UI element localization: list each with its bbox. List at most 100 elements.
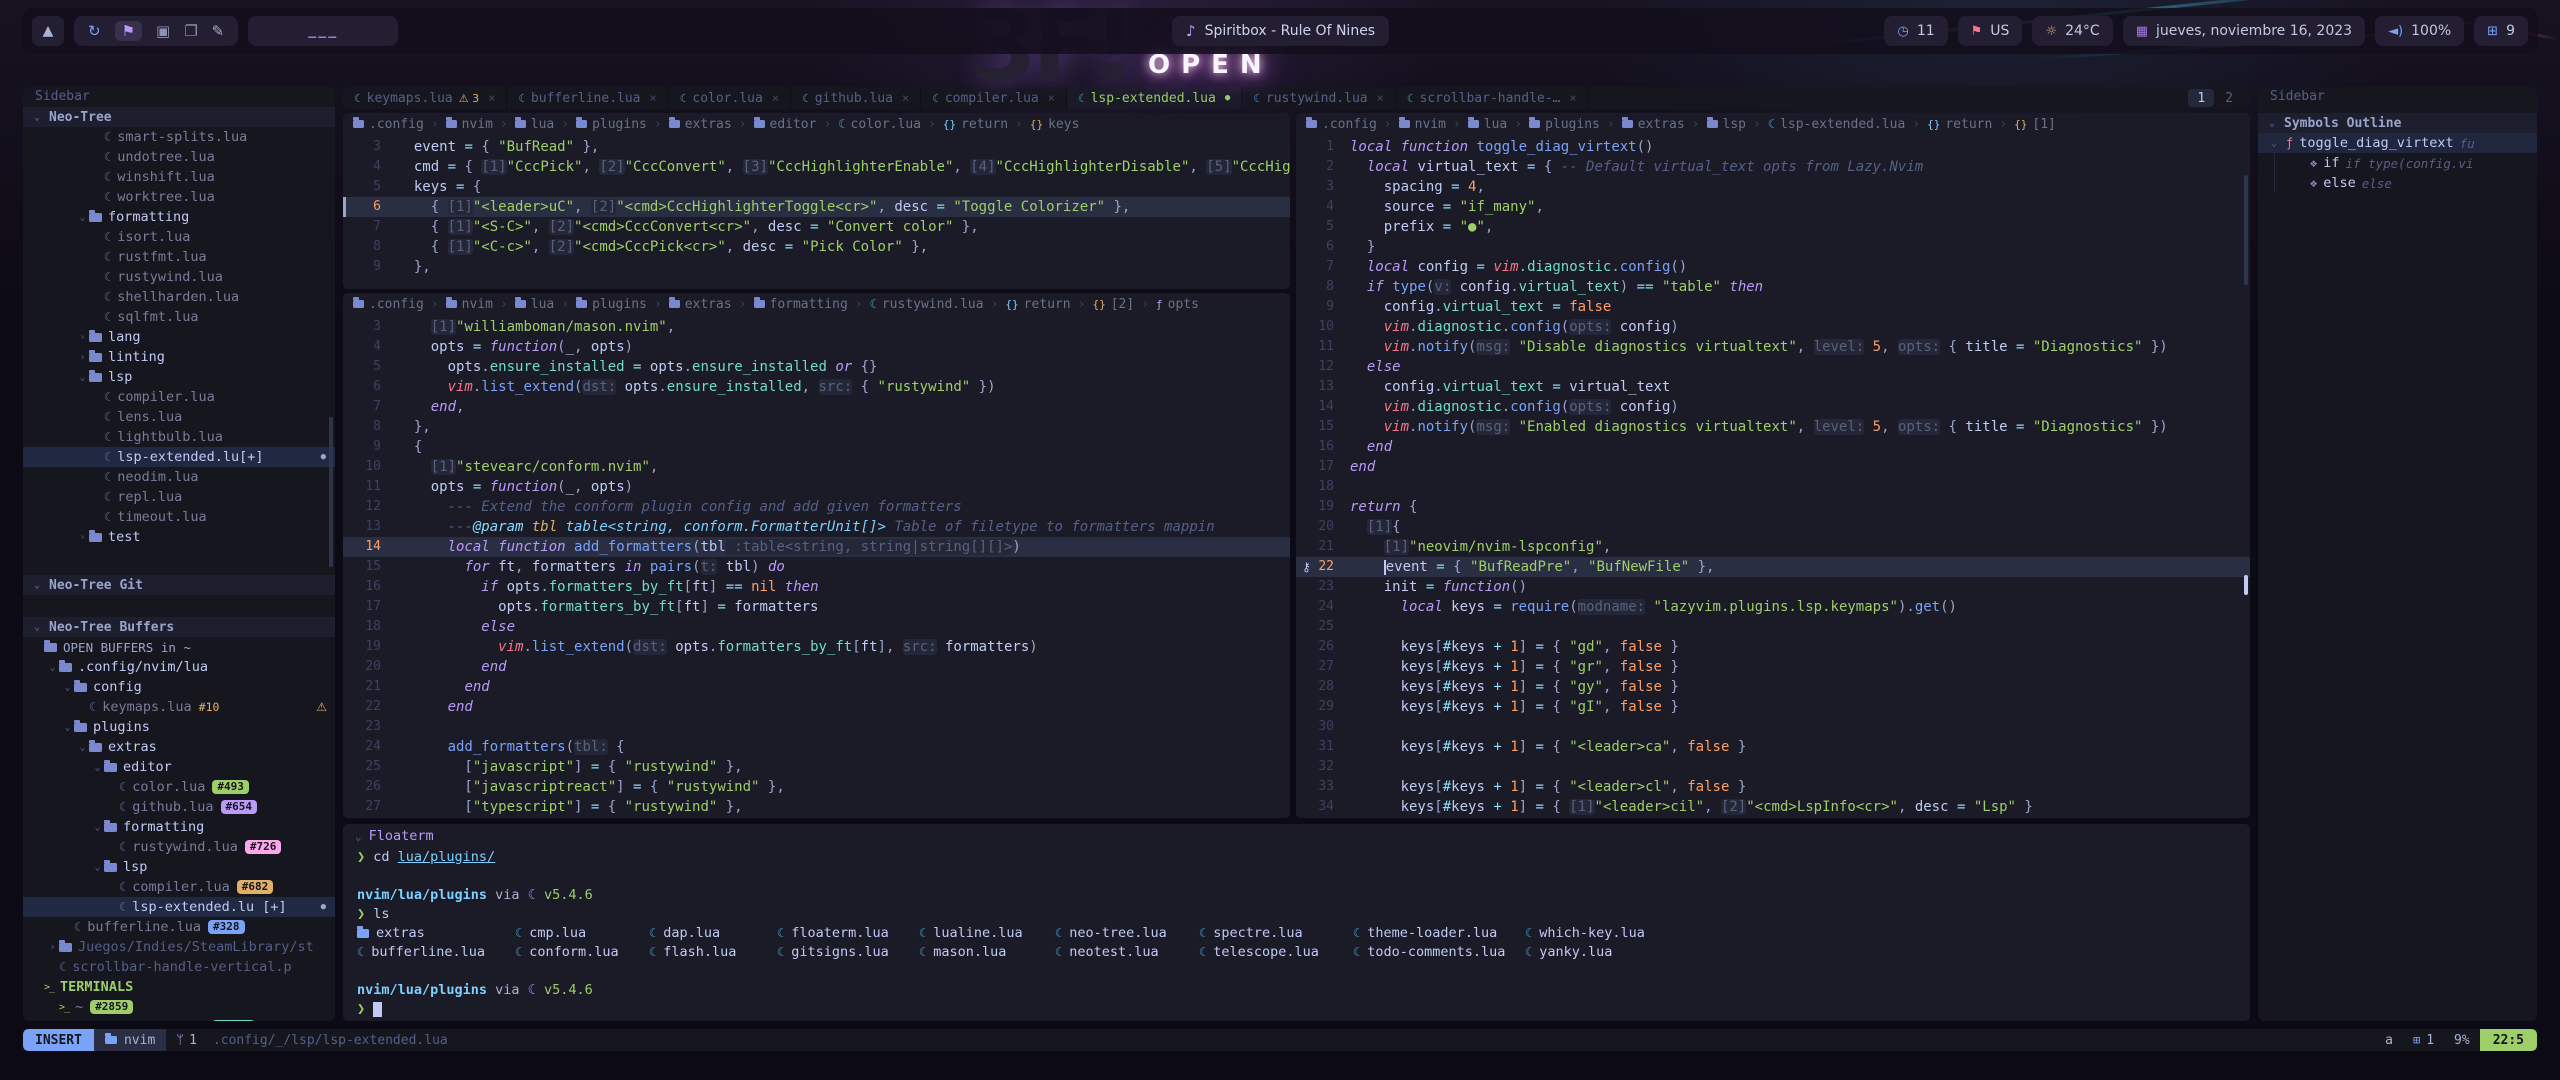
- tree-item-terminals[interactable]: >_TERMINALS: [23, 977, 335, 997]
- code-line[interactable]: 5 prefix = "●",: [1296, 217, 2250, 237]
- timer-badge[interactable]: ◷11: [1884, 16, 1947, 46]
- code-line[interactable]: 8 },: [343, 417, 1290, 437]
- code-line[interactable]: 28 keys[#keys + 1] = { "gy", false }: [1296, 677, 2250, 697]
- close-icon[interactable]: ×: [488, 91, 495, 105]
- breadcrumb-item[interactable]: nvim: [446, 297, 493, 312]
- tree-item-rustfmt-lua[interactable]: ☾rustfmt.lua: [23, 247, 335, 267]
- code-line[interactable]: 22⚷ event = { "BufReadPre", "BufNewFile"…: [1296, 557, 2250, 577]
- tree-item-lang[interactable]: ›lang: [23, 327, 335, 347]
- code-line[interactable]: 25 ["javascript"] = { "rustywind" },: [343, 757, 1290, 777]
- code-line[interactable]: 7 { [1]"<S-C>", [2]"<cmd>CccConvert<cr>"…: [343, 217, 1290, 237]
- tree-item-lsp-extended-lu[interactable]: ☾lsp-extended.lu[+]●: [23, 447, 335, 467]
- breadcrumb-item[interactable]: {}return: [943, 117, 1008, 132]
- breadcrumb-item[interactable]: plugins: [576, 297, 647, 312]
- tree-item-plugins[interactable]: ⌄plugins: [23, 717, 335, 737]
- code-line[interactable]: 13 config.virtual_text = virtual_text: [1296, 377, 2250, 397]
- code-line[interactable]: 27 keys[#keys + 1] = { "gr", false }: [1296, 657, 2250, 677]
- code-line[interactable]: 14 vim.diagnostic.config(opts: config): [1296, 397, 2250, 417]
- code-line[interactable]: 27 ["typescript"] = { "rustywind" },: [343, 797, 1290, 817]
- tree-item-compiler-lua[interactable]: ☾compiler.lua: [23, 387, 335, 407]
- outline-item-toggle-diag-virtext[interactable]: ⌄ƒtoggle_diag_virtextfu: [2258, 133, 2537, 153]
- breadcrumb-item[interactable]: ☾rustywind.lua: [870, 297, 984, 312]
- code-line[interactable]: 10 vim.diagnostic.config(opts: config): [1296, 317, 2250, 337]
- code-line[interactable]: 13 ---@param tbl table<string, conform.F…: [343, 517, 1290, 537]
- code-line[interactable]: 21 end: [343, 677, 1290, 697]
- code-line[interactable]: 26 keys[#keys + 1] = { "gd", false }: [1296, 637, 2250, 657]
- tree-item-[interactable]: >_~#2859: [23, 997, 335, 1017]
- code-line[interactable]: 17end: [1296, 457, 2250, 477]
- section-neo-tree[interactable]: ⌄Neo-Tree: [23, 107, 335, 127]
- code-line[interactable]: 21 [1]"neovim/nvim-lspconfig",: [1296, 537, 2250, 557]
- tree-item-compiler-lua[interactable]: ☾compiler.lua#682: [23, 877, 335, 897]
- tab-scrollbar-handle[interactable]: ☾scrollbar-handle-…×: [1396, 87, 1589, 109]
- weather-badge[interactable]: ☼24°C: [2032, 16, 2112, 46]
- refresh-icon[interactable]: ↻: [88, 22, 101, 40]
- windows-icon[interactable]: ❐: [184, 22, 197, 40]
- tabpage-2[interactable]: 2: [2216, 87, 2242, 109]
- code-line[interactable]: 4 opts = function(_, opts): [343, 337, 1290, 357]
- code-line[interactable]: 8 if type(v: config.virtual_text) == "ta…: [1296, 277, 2250, 297]
- tree-item-c-n-l-plugins[interactable]: >_~/.c/n/l/plugins#3980: [23, 1017, 335, 1021]
- editor-pane-color-lua[interactable]: 3 event = { "BufRead" },4 cmd = { [1]"Cc…: [343, 135, 1290, 289]
- code-line[interactable]: 15 for ft, formatters in pairs(t: tbl) d…: [343, 557, 1290, 577]
- tree-item-rustywind-lua[interactable]: ☾rustywind.lua: [23, 267, 335, 287]
- breadcrumb-item[interactable]: ☾lsp-extended.lua: [1768, 117, 1905, 132]
- code-line[interactable]: 22 end: [343, 697, 1290, 717]
- tree-item-editor[interactable]: ⌄editor: [23, 757, 335, 777]
- code-line[interactable]: 26 ["javascriptreact"] = { "rustywind" }…: [343, 777, 1290, 797]
- editor-pane-lsp-extended-lua[interactable]: 1local function toggle_diag_virtext()2 l…: [1296, 135, 2250, 818]
- code-line[interactable]: 31 keys[#keys + 1] = { "<leader>ca", fal…: [1296, 737, 2250, 757]
- section-neo-tree-buffers[interactable]: ⌄Neo-Tree Buffers: [23, 617, 335, 637]
- breadcrumb-item[interactable]: nvim: [1399, 117, 1446, 132]
- tab-keymaps-lua[interactable]: ☾keymaps.lua⚠ 3×: [343, 87, 507, 109]
- floaterm-panel[interactable]: ⌄ Floaterm ❯ cd lua/plugins/ nvim/lua/pl…: [343, 824, 2250, 1021]
- breadcrumb-item[interactable]: {}return: [1005, 297, 1070, 312]
- code-line[interactable]: 32: [1296, 757, 2250, 777]
- grid-icon[interactable]: ▣: [156, 22, 170, 40]
- breadcrumb-item[interactable]: nvim: [446, 117, 493, 132]
- tree-item-lsp[interactable]: ⌄lsp: [23, 367, 335, 387]
- code-line[interactable]: 16 if opts.formatters_by_ft[ft] == nil t…: [343, 577, 1290, 597]
- code-line[interactable]: 24 local keys = require(modname: "lazyvi…: [1296, 597, 2250, 617]
- code-line[interactable]: 15 vim.notify(msg: "Enabled diagnostics …: [1296, 417, 2250, 437]
- tree-item-formatting[interactable]: ⌄formatting: [23, 207, 335, 227]
- section-symbols-outline[interactable]: ⌄ Symbols Outline: [2258, 113, 2537, 133]
- code-line[interactable]: 1local function toggle_diag_virtext(): [1296, 137, 2250, 157]
- code-line[interactable]: 11 vim.notify(msg: "Disable diagnostics …: [1296, 337, 2250, 357]
- window-count-badge[interactable]: ⊞9: [2474, 16, 2528, 46]
- tree-item-lens-lua[interactable]: ☾lens.lua: [23, 407, 335, 427]
- code-line[interactable]: 18 else: [343, 617, 1290, 637]
- code-line[interactable]: 9 config.virtual_text = false: [1296, 297, 2250, 317]
- code-line[interactable]: 14 local function add_formatters(tbl :ta…: [343, 537, 1290, 557]
- tree-item-bufferline-lua[interactable]: ☾bufferline.lua#328: [23, 917, 335, 937]
- breadcrumb-item[interactable]: lua: [515, 117, 554, 132]
- launcher-button[interactable]: ▲: [32, 16, 64, 46]
- code-line[interactable]: 4 cmd = { [1]"CccPick", [2]"CccConvert",…: [343, 157, 1290, 177]
- breadcrumb-item[interactable]: formatting: [754, 297, 848, 312]
- tab-bufferline-lua[interactable]: ☾bufferline.lua×: [507, 87, 668, 109]
- edit-icon[interactable]: ✎: [212, 22, 225, 40]
- code-line[interactable]: 6 vim.list_extend(dst: opts.ensure_insta…: [343, 377, 1290, 397]
- tree-item-undotree-lua[interactable]: ☾undotree.lua: [23, 147, 335, 167]
- section-neo-tree-git[interactable]: ⌄Neo-Tree Git: [23, 575, 335, 595]
- code-line[interactable]: 20 [1]{: [1296, 517, 2250, 537]
- code-line[interactable]: 9 },: [343, 257, 1290, 277]
- close-icon[interactable]: ×: [902, 91, 909, 105]
- tree-item-linting[interactable]: ›linting: [23, 347, 335, 367]
- editor-pane-rustywind-lua[interactable]: 3 [1]"williamboman/mason.nvim",4 opts = …: [343, 315, 1290, 818]
- code-line[interactable]: 23: [343, 717, 1290, 737]
- code-line[interactable]: 4 source = "if_many",: [1296, 197, 2250, 217]
- keyboard-layout-badge[interactable]: ⚑US: [1958, 16, 2023, 46]
- code-line[interactable]: 9 {: [343, 437, 1290, 457]
- code-line[interactable]: 34 keys[#keys + 1] = { [1]"<leader>cil",…: [1296, 797, 2250, 817]
- breadcrumb-item[interactable]: .config: [353, 117, 424, 132]
- code-line[interactable]: 12 --- Extend the conform plugin config …: [343, 497, 1290, 517]
- close-icon[interactable]: ×: [772, 91, 779, 105]
- close-icon[interactable]: ×: [1569, 91, 1576, 105]
- tree-item-test[interactable]: ›test: [23, 527, 335, 547]
- media-player-pill[interactable]: ♪ Spiritbox - Rule Of Nines: [1172, 16, 1389, 46]
- tree-item-github-lua[interactable]: ☾github.lua#654: [23, 797, 335, 817]
- tree-item-worktree-lua[interactable]: ☾worktree.lua: [23, 187, 335, 207]
- tree-item-config[interactable]: ⌄config: [23, 677, 335, 697]
- code-line[interactable]: 12 else: [1296, 357, 2250, 377]
